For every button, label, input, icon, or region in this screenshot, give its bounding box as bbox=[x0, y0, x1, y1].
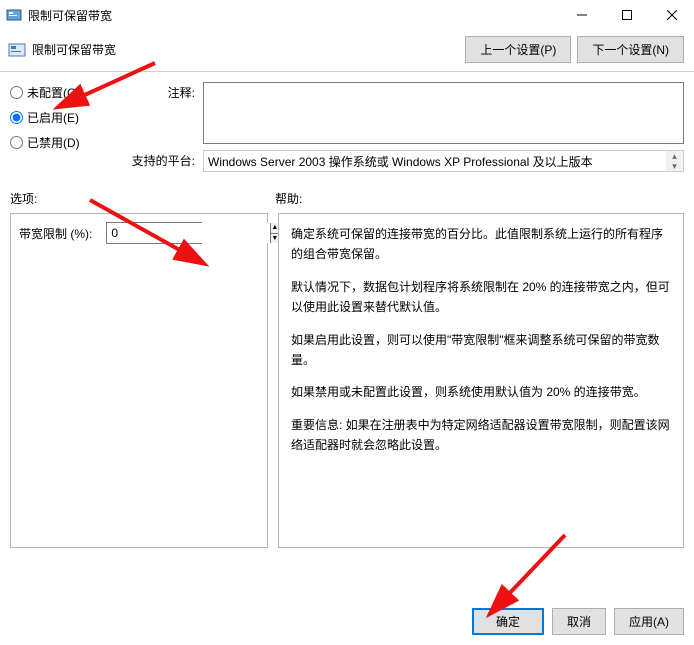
header: 限制可保留带宽 上一个设置(P) 下一个设置(N) bbox=[0, 30, 694, 72]
radio-disabled[interactable]: 已禁用(D) bbox=[10, 134, 120, 151]
minimize-button[interactable] bbox=[559, 0, 604, 30]
platform-label: 支持的平台: bbox=[120, 150, 195, 169]
help-paragraph: 默认情况下，数据包计划程序将系统限制在 20% 的连接带宽之内，但可以使用此设置… bbox=[291, 277, 671, 318]
help-paragraph: 确定系统可保留的连接带宽的百分比。此值限制系统上运行的所有程序的组合带宽保留。 bbox=[291, 224, 671, 265]
help-paragraph: 重要信息: 如果在注册表中为特定网络适配器设置带宽限制，则配置该网络适配器时就会… bbox=[291, 415, 671, 456]
radio-not-configured-label: 未配置(C) bbox=[27, 84, 80, 101]
apply-button[interactable]: 应用(A) bbox=[614, 608, 684, 635]
policy-icon bbox=[8, 41, 26, 59]
state-radio-group: 未配置(C) 已启用(E) 已禁用(D) bbox=[10, 82, 120, 172]
next-setting-button[interactable]: 下一个设置(N) bbox=[577, 36, 684, 63]
comment-label: 注释: bbox=[120, 82, 195, 101]
radio-not-configured-input[interactable] bbox=[10, 86, 23, 99]
platform-box: Windows Server 2003 操作系统或 Windows XP Pro… bbox=[203, 150, 684, 172]
radio-enabled[interactable]: 已启用(E) bbox=[10, 109, 120, 126]
footer-buttons: 确定 取消 应用(A) bbox=[0, 598, 694, 645]
help-paragraph: 如果禁用或未配置此设置，则系统使用默认值为 20% 的连接带宽。 bbox=[291, 382, 671, 402]
help-section-label: 帮助: bbox=[275, 190, 684, 207]
ok-button[interactable]: 确定 bbox=[472, 608, 544, 635]
prev-setting-button[interactable]: 上一个设置(P) bbox=[465, 36, 571, 63]
app-icon bbox=[6, 7, 22, 23]
options-panel: 带宽限制 (%): ▲ ▼ bbox=[10, 213, 268, 548]
bandwidth-limit-label: 带宽限制 (%): bbox=[19, 225, 92, 242]
window-title: 限制可保留带宽 bbox=[28, 7, 559, 24]
platform-scrollbar[interactable]: ▴▾ bbox=[666, 151, 683, 171]
maximize-button[interactable] bbox=[604, 0, 649, 30]
radio-disabled-label: 已禁用(D) bbox=[27, 134, 80, 151]
options-section-label: 选项: bbox=[10, 190, 275, 207]
radio-not-configured[interactable]: 未配置(C) bbox=[10, 84, 120, 101]
comment-input[interactable] bbox=[203, 82, 684, 144]
help-panel: 确定系统可保留的连接带宽的百分比。此值限制系统上运行的所有程序的组合带宽保留。 … bbox=[278, 213, 684, 548]
radio-enabled-label: 已启用(E) bbox=[27, 109, 79, 126]
radio-disabled-input[interactable] bbox=[10, 136, 23, 149]
header-title: 限制可保留带宽 bbox=[32, 41, 465, 58]
titlebar: 限制可保留带宽 bbox=[0, 0, 694, 30]
bandwidth-limit-input[interactable] bbox=[107, 223, 270, 243]
platform-value: Windows Server 2003 操作系统或 Windows XP Pro… bbox=[208, 153, 593, 170]
bandwidth-limit-spinner[interactable]: ▲ ▼ bbox=[106, 222, 202, 244]
cancel-button[interactable]: 取消 bbox=[552, 608, 606, 635]
close-button[interactable] bbox=[649, 0, 694, 30]
radio-enabled-input[interactable] bbox=[10, 111, 23, 124]
help-paragraph: 如果启用此设置，则可以使用"带宽限制"框来调整系统可保留的带宽数量。 bbox=[291, 330, 671, 371]
